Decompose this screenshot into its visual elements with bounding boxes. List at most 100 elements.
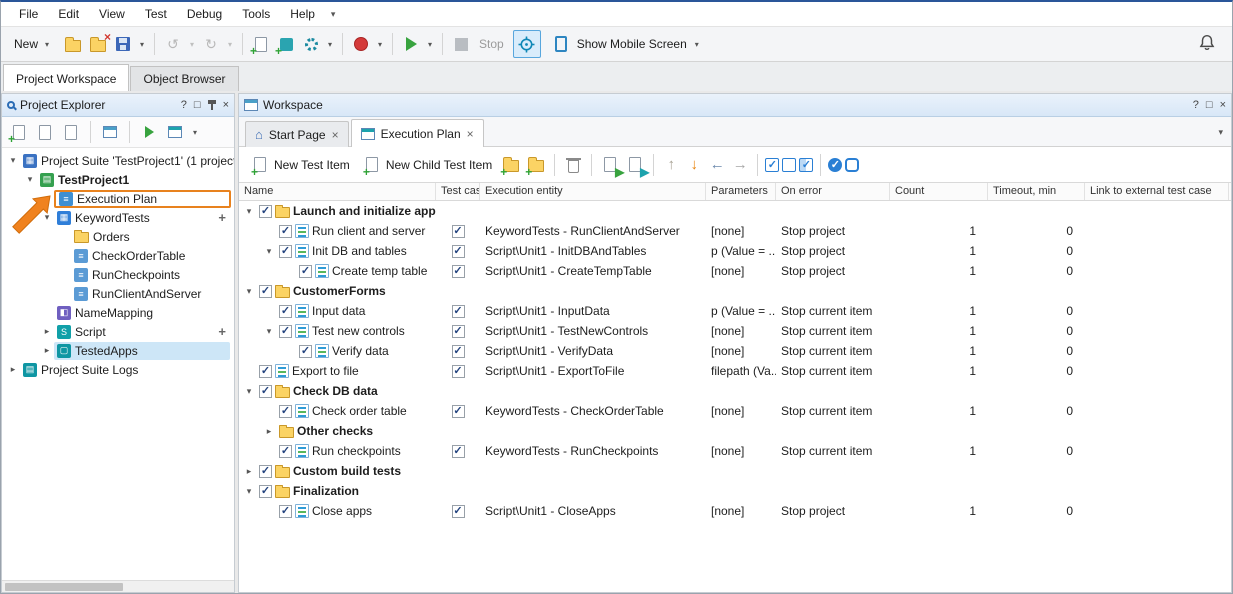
show-window-icon[interactable]	[99, 121, 121, 143]
test-item-row-run-client-and-server[interactable]: Run client and serverKeywordTests - RunC…	[239, 221, 1231, 241]
save-caret-icon[interactable]: ▾	[137, 40, 147, 49]
group-row-other-checks[interactable]: ▸Other checks	[239, 421, 1231, 441]
chevron-down-icon[interactable]: ▾	[6, 155, 20, 166]
tree-item-runcheckpoints[interactable]: ≡RunCheckpoints	[2, 265, 234, 284]
chevron-down-icon[interactable]: ▾	[242, 286, 256, 297]
new-group-icon[interactable]: +	[500, 154, 522, 176]
check-all-icon[interactable]: ✓	[765, 158, 779, 172]
undo-caret-icon[interactable]: ▾	[187, 40, 197, 49]
group-row-finalization[interactable]: ▾Finalization	[239, 481, 1231, 501]
move-up-icon[interactable]: ↑	[661, 156, 681, 173]
test-case-checkbox[interactable]	[452, 345, 465, 358]
test-item-row-input-data[interactable]: Input dataScript\Unit1 - InputDatap (Val…	[239, 301, 1231, 321]
menu-item-view[interactable]: View	[89, 4, 135, 24]
tree-item-project-suite-logs[interactable]: ▸▤Project Suite Logs	[2, 360, 234, 379]
test-case-checkbox[interactable]	[452, 245, 465, 258]
item-enabled-checkbox[interactable]	[279, 405, 292, 418]
check-children-icon[interactable]: ✓	[799, 158, 813, 172]
float-panel-icon[interactable]: □	[1206, 99, 1213, 111]
help-icon[interactable]: ?	[1193, 99, 1199, 111]
help-icon[interactable]: ?	[181, 99, 187, 111]
item-enabled-checkbox[interactable]	[259, 485, 272, 498]
chevron-down-icon[interactable]: ▾	[23, 174, 37, 185]
column-header-on-error[interactable]: On error	[776, 183, 890, 200]
test-case-checkbox[interactable]	[452, 365, 465, 378]
group-row-launch-and-initialize-application[interactable]: ▾Launch and initialize application	[239, 201, 1231, 221]
test-item-row-export-to-file[interactable]: Export to fileScript\Unit1 - ExportToFil…	[239, 361, 1231, 381]
tab-object-browser[interactable]: Object Browser	[130, 66, 238, 91]
scrollbar-thumb[interactable]	[5, 583, 123, 591]
item-enabled-checkbox[interactable]	[259, 385, 272, 398]
add-caret-icon[interactable]: ▾	[325, 40, 335, 49]
move-down-icon[interactable]: ↓	[684, 156, 704, 173]
redo-icon[interactable]: ↻	[200, 33, 222, 55]
chevron-down-icon[interactable]: ▾	[262, 246, 276, 257]
chevron-right-icon[interactable]: ▸	[242, 466, 256, 477]
column-header-timeout-min[interactable]: Timeout, min	[988, 183, 1085, 200]
chevron-right-icon[interactable]: ▸	[6, 364, 20, 375]
tab-execution-plan[interactable]: Execution Plan ×	[351, 119, 484, 147]
test-item-row-close-apps[interactable]: Close appsScript\Unit1 - CloseApps[none]…	[239, 501, 1231, 521]
move-right-icon[interactable]: →	[730, 156, 750, 173]
menu-item-edit[interactable]: Edit	[48, 4, 89, 24]
item-enabled-checkbox[interactable]	[279, 505, 292, 518]
menu-overflow-icon[interactable]: ▾	[325, 9, 342, 20]
run-project-icon[interactable]	[138, 121, 160, 143]
add-child-button[interactable]: +	[218, 324, 226, 339]
menu-item-file[interactable]: File	[9, 4, 48, 24]
item-enabled-checkbox[interactable]	[259, 285, 272, 298]
test-item-row-init-db-and-tables[interactable]: ▾Init DB and tablesScript\Unit1 - InitDB…	[239, 241, 1231, 261]
item-enabled-checkbox[interactable]	[299, 345, 312, 358]
duplicate-file-icon[interactable]	[60, 121, 82, 143]
horizontal-scrollbar[interactable]	[2, 580, 234, 592]
open-project-icon[interactable]	[62, 33, 84, 55]
item-enabled-checkbox[interactable]	[259, 205, 272, 218]
add-child-button[interactable]: +	[218, 210, 226, 225]
add-module-icon[interactable]: +	[275, 33, 297, 55]
tree-item-checkordertable[interactable]: ≡CheckOrderTable	[2, 246, 234, 265]
column-header-test-case[interactable]: Test case	[436, 183, 480, 200]
menu-item-debug[interactable]: Debug	[177, 4, 232, 24]
delete-item-icon[interactable]	[562, 154, 584, 176]
test-case-checkbox[interactable]	[452, 445, 465, 458]
float-panel-icon[interactable]: □	[194, 99, 201, 111]
pin-icon[interactable]	[208, 100, 216, 110]
column-header-link-to-external-test-case[interactable]: Link to external test case	[1085, 183, 1229, 200]
column-header-parameters[interactable]: Parameters	[706, 183, 776, 200]
item-enabled-checkbox[interactable]	[279, 225, 292, 238]
close-tab-icon[interactable]: ×	[467, 127, 474, 141]
tree-item-testproject1[interactable]: ▾▤TestProject1	[2, 170, 234, 189]
chevron-right-icon[interactable]: ▸	[40, 326, 54, 337]
run-selected-icon[interactable]: ▶	[599, 154, 621, 176]
run-caret-icon[interactable]: ▾	[425, 40, 435, 49]
notifications-bell-icon[interactable]	[1198, 34, 1216, 55]
chevron-right-icon[interactable]: ▸	[40, 345, 54, 356]
chevron-down-icon[interactable]: ▾	[262, 326, 276, 337]
disable-item-icon[interactable]	[845, 158, 859, 172]
close-tab-icon[interactable]: ×	[332, 128, 339, 142]
run-options-caret-icon[interactable]: ▾	[190, 128, 200, 137]
item-enabled-checkbox[interactable]	[279, 445, 292, 458]
tree-item-runclientandserver[interactable]: ≡RunClientAndServer	[2, 284, 234, 303]
test-case-checkbox[interactable]	[452, 305, 465, 318]
tab-project-workspace[interactable]: Project Workspace	[3, 64, 129, 91]
enable-item-icon[interactable]: ✓	[828, 158, 842, 172]
new-file-icon[interactable]	[34, 121, 56, 143]
undo-icon[interactable]: ↺	[162, 33, 184, 55]
new-child-group-icon[interactable]: +	[525, 154, 547, 176]
chevron-down-icon[interactable]: ▾	[242, 486, 256, 497]
test-case-checkbox[interactable]	[452, 325, 465, 338]
options-gear-icon[interactable]	[300, 33, 322, 55]
column-header-execution-entity[interactable]: Execution entity	[480, 183, 706, 200]
column-header-count[interactable]: Count	[890, 183, 988, 200]
chevron-down-icon[interactable]: ▾	[242, 386, 256, 397]
redo-caret-icon[interactable]: ▾	[225, 40, 235, 49]
item-enabled-checkbox[interactable]	[259, 365, 272, 378]
group-row-custom-build-tests[interactable]: ▸Custom build tests	[239, 461, 1231, 481]
uncheck-all-icon[interactable]	[782, 158, 796, 172]
move-left-icon[interactable]: ←	[707, 156, 727, 173]
group-row-customerforms[interactable]: ▾CustomerForms	[239, 281, 1231, 301]
new-caret-icon[interactable]: ▾	[42, 40, 52, 49]
close-panel-icon[interactable]: ×	[223, 99, 229, 111]
tree-item-script[interactable]: ▸SScript+	[2, 322, 234, 341]
